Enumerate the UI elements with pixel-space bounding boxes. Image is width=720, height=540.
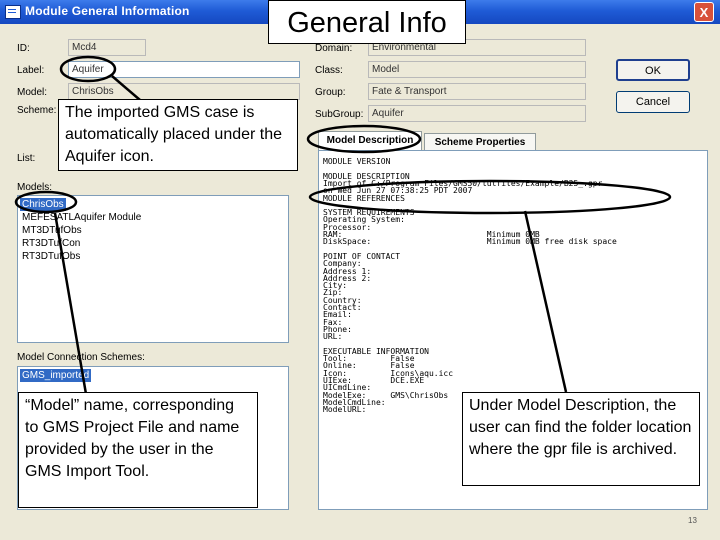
slide-title: General Info <box>268 0 466 44</box>
model-name-callout: “Model” name, corresponding to GMS Proje… <box>18 392 258 508</box>
description-callout: Under Model Description, the user can fi… <box>462 392 700 486</box>
model-description-tab-ellipse <box>306 124 422 154</box>
aquifer-highlight-ellipse <box>59 55 117 83</box>
gpr-path-ellipse <box>308 179 672 215</box>
aquifer-pointer-line <box>111 75 141 101</box>
chrisobs-highlight-ellipse <box>14 190 78 214</box>
model-name-pointer-line <box>53 212 88 395</box>
aquifer-callout: The imported GMS case is automatically p… <box>58 99 298 171</box>
description-pointer-line <box>523 210 568 393</box>
